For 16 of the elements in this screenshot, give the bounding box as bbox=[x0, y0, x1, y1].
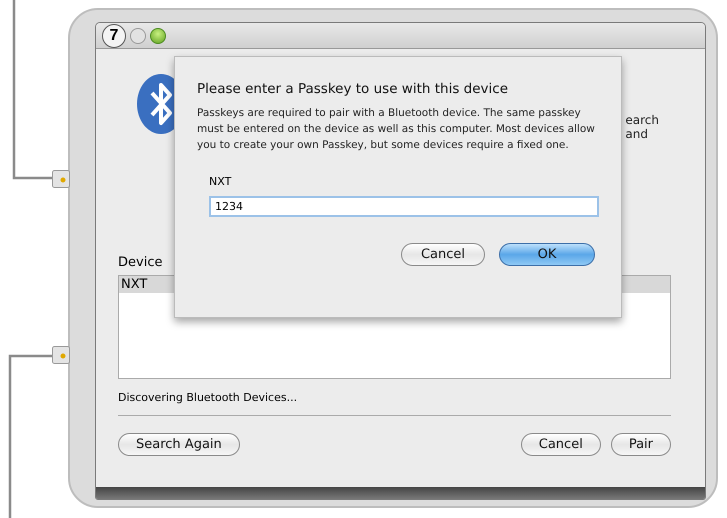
status-text: Discovering Bluetooth Devices... bbox=[118, 391, 298, 404]
description-text: and bbox=[625, 127, 649, 141]
sheet-button[interactable]: OK bbox=[499, 243, 595, 266]
field-label: NXT bbox=[209, 175, 232, 188]
sheet-message: Passkeys are required to pair with a Bluetooth device. The same passkey must be entered on the device as well as this computer. Most devices allow you to create your own Passkey, but some devices require a fixed one. bbox=[197, 106, 596, 153]
sheet-button[interactable]: Cancel bbox=[401, 243, 485, 266]
devices-label: Device bbox=[118, 255, 162, 272]
step-number: 7 bbox=[102, 24, 126, 48]
zoom-button[interactable] bbox=[150, 28, 166, 44]
dialog-button[interactable]: Search Again bbox=[118, 433, 240, 456]
description-text: earch bbox=[625, 113, 659, 127]
minimize-button[interactable] bbox=[130, 28, 146, 44]
dialog-button[interactable]: Pair bbox=[610, 433, 671, 456]
sheet-title: Please enter a Passkey to use with this device bbox=[197, 81, 509, 97]
passkey-field[interactable]: 1234 bbox=[209, 196, 599, 217]
dialog-button[interactable]: Cancel bbox=[520, 433, 601, 456]
